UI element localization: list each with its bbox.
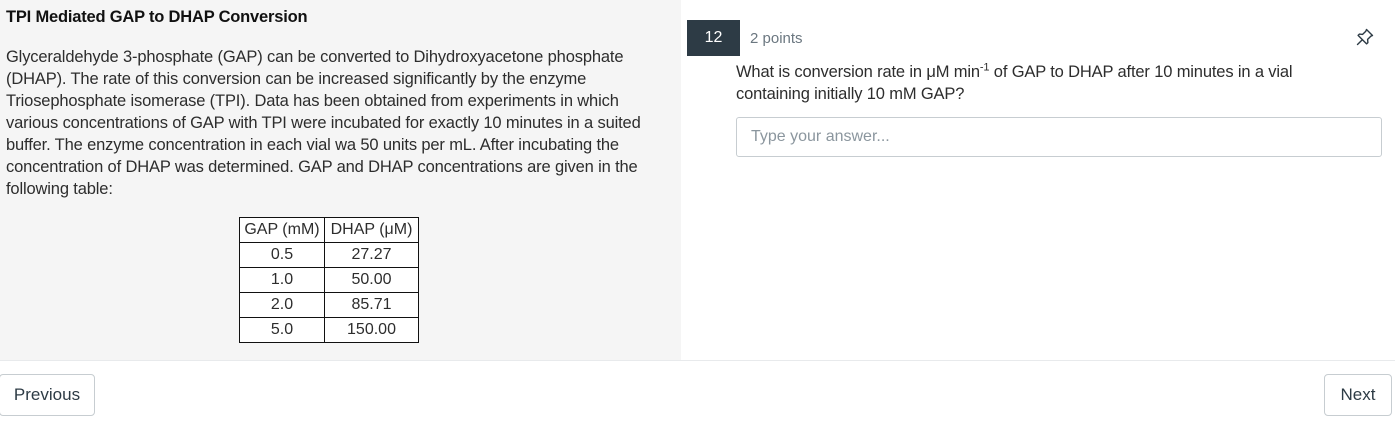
question-text-main: What is conversion rate in μM min <box>736 63 980 81</box>
table-cell-gap: 0.5 <box>239 242 325 268</box>
table-cell-dhap: 150.00 <box>324 317 419 343</box>
table-row: 2.0 85.71 <box>239 292 419 318</box>
table-cell-gap: 2.0 <box>239 292 325 318</box>
stimulus-body: Glyceraldehyde 3-phosphate (GAP) can be … <box>6 48 641 198</box>
table-cell-dhap: 85.71 <box>324 292 419 318</box>
question-panel: 12 2 points What is conversion rate in μ… <box>681 0 1395 360</box>
table-cell-gap: 5.0 <box>239 317 325 343</box>
question-number-badge: 12 <box>687 20 740 56</box>
table-row: 5.0 150.00 <box>239 317 419 343</box>
next-button[interactable]: Next <box>1324 374 1392 416</box>
table-cell-dhap: 27.27 <box>324 242 419 268</box>
footer-divider <box>0 360 1395 361</box>
table-row: 1.0 50.00 <box>239 267 419 293</box>
stimulus-panel: TPI Mediated GAP to DHAP Conversion Glyc… <box>0 0 681 360</box>
table-row: 0.5 27.27 <box>239 242 419 268</box>
answer-input[interactable] <box>736 117 1382 157</box>
pin-icon[interactable] <box>1355 27 1375 47</box>
question-points: 2 points <box>750 30 803 47</box>
previous-button[interactable]: Previous <box>0 374 95 416</box>
question-text: What is conversion rate in μM min-1 of G… <box>736 61 1366 105</box>
question-text-superscript: -1 <box>979 61 990 74</box>
table-header-gap: GAP (mM) <box>239 217 325 243</box>
stimulus-title: TPI Mediated GAP to DHAP Conversion <box>6 8 308 26</box>
table-cell-gap: 1.0 <box>239 267 325 293</box>
quiz-page: TPI Mediated GAP to DHAP Conversion Glyc… <box>0 0 1395 421</box>
table-header-dhap: DHAP (μM) <box>324 217 419 243</box>
table-header-row: GAP (mM) DHAP (μM) <box>239 217 419 243</box>
table-cell-dhap: 50.00 <box>324 267 419 293</box>
data-table: GAP (mM) DHAP (μM) 0.5 27.27 1.0 50.00 2… <box>239 217 419 343</box>
